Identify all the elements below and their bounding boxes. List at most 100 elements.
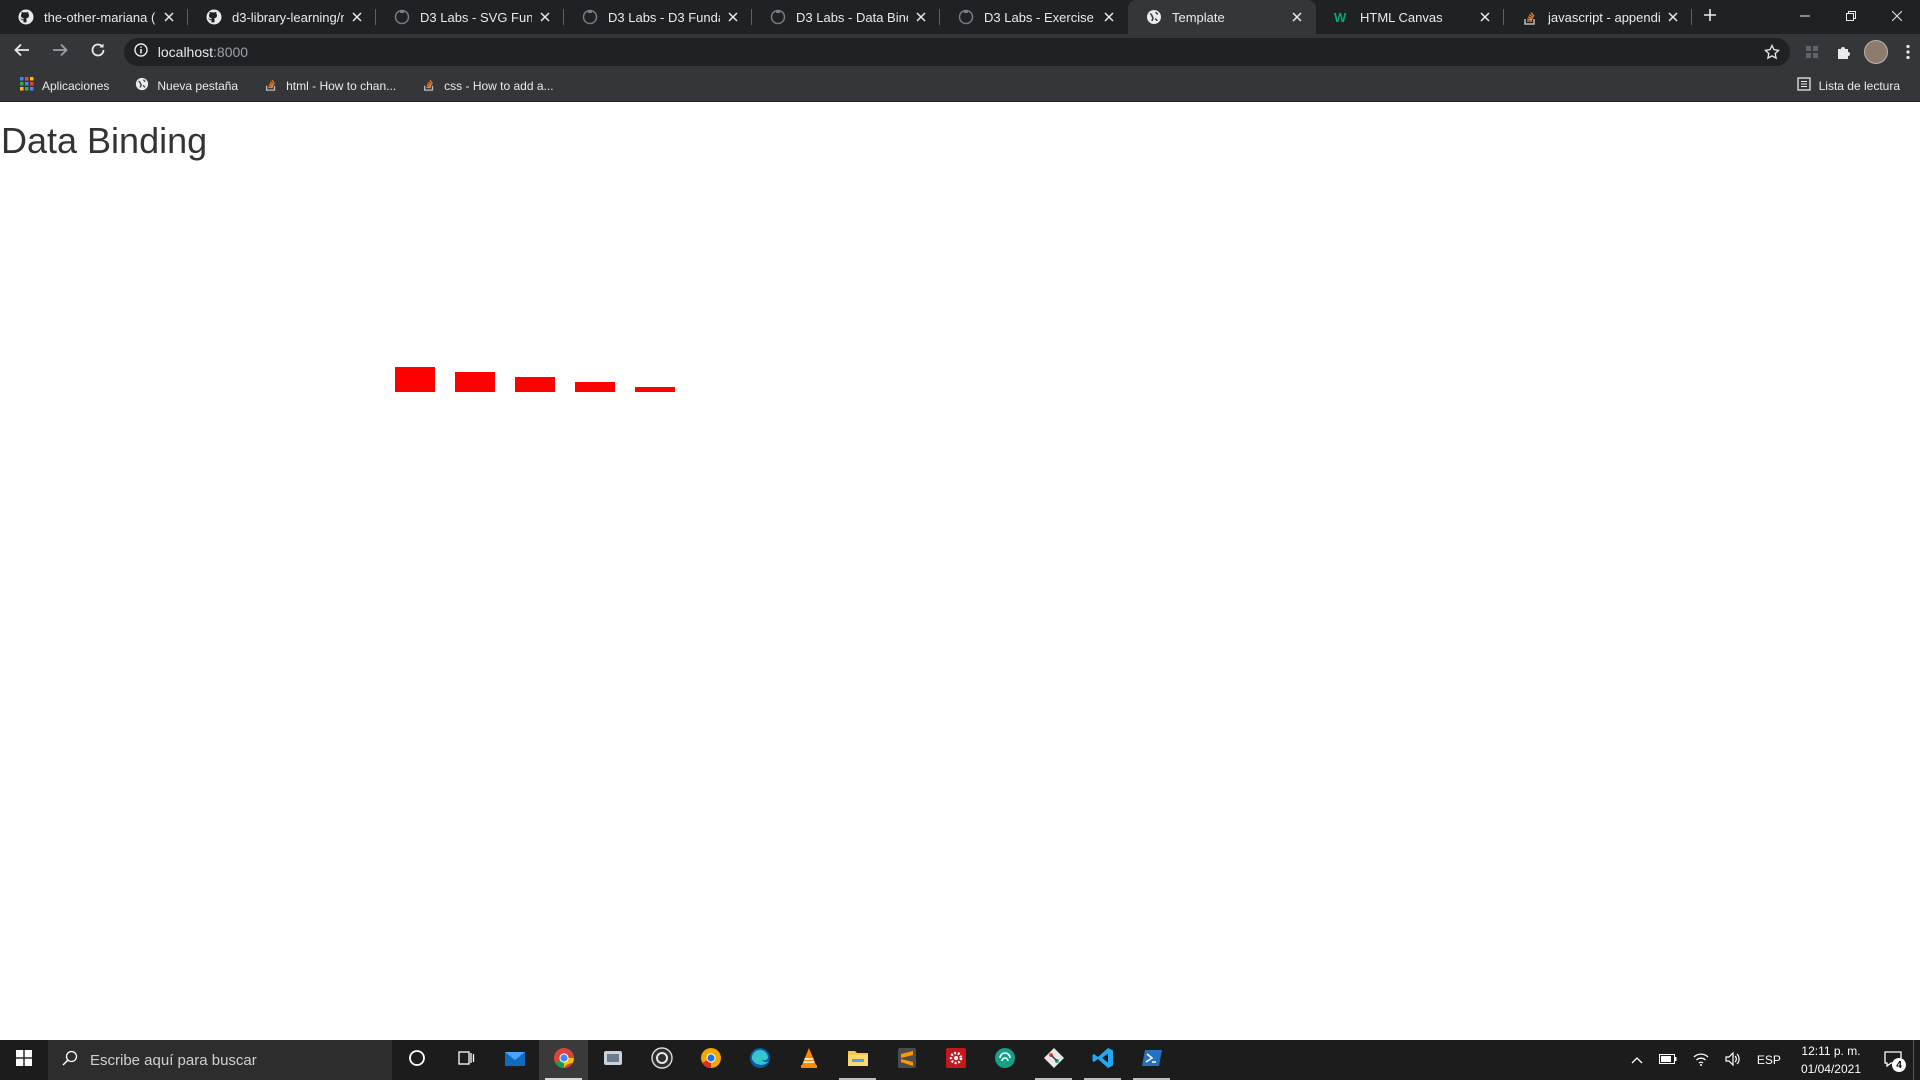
taskbar-app-green[interactable] <box>980 1040 1029 1080</box>
bar-4 <box>635 387 675 392</box>
bookmark-star-icon[interactable] <box>1763 44 1780 60</box>
bookmark-label: Aplicaciones <box>42 78 110 93</box>
tab-title: D3 Labs - Data Binding <box>796 9 908 25</box>
tab-title: HTML Canvas <box>1360 9 1443 25</box>
edge-icon <box>749 1047 771 1074</box>
close-icon[interactable] <box>349 9 365 25</box>
reload-icon <box>90 42 106 63</box>
reading-list-label: Lista de lectura <box>1818 78 1900 93</box>
taskbar-app-obs[interactable] <box>637 1040 686 1080</box>
bookmark-new-tab[interactable]: Nueva pestaña <box>129 77 244 94</box>
url-port: :8000 <box>213 44 249 60</box>
tab-4[interactable]: D3 Labs - Data Binding <box>752 0 940 34</box>
obs-icon <box>650 1046 673 1074</box>
taskbar-app-chrome-alt[interactable] <box>686 1040 735 1080</box>
taskbar-search[interactable]: Escribe aquí para buscar <box>48 1040 392 1080</box>
language-indicator[interactable]: ESP <box>1749 1040 1789 1080</box>
tab-title: d3-library-learning/ma <box>232 9 344 25</box>
task-view-button[interactable] <box>441 1040 490 1080</box>
app-green-icon <box>994 1047 1016 1074</box>
reading-list-button[interactable]: Lista de lectura <box>1791 77 1906 94</box>
globe-icon <box>135 77 149 94</box>
battery-button[interactable] <box>1651 1040 1685 1080</box>
close-icon[interactable] <box>537 9 553 25</box>
tab-1[interactable]: d3-library-learning/ma <box>188 0 376 34</box>
close-icon[interactable] <box>1665 9 1681 25</box>
wifi-icon <box>1693 1052 1709 1069</box>
tab-title: javascript - appending <box>1548 9 1660 25</box>
bookmark-html-question[interactable]: html - How to chan... <box>258 77 402 94</box>
show-desktop-button[interactable] <box>1913 1040 1920 1080</box>
taskbar-app-explorer-alt[interactable] <box>588 1040 637 1080</box>
github-icon <box>18 9 34 25</box>
taskbar-app-settings[interactable] <box>931 1040 980 1080</box>
tab-0[interactable]: the-other-mariana (Ma <box>0 0 188 34</box>
bookmark-apps[interactable]: Aplicaciones <box>14 77 115 94</box>
bookmark-label: html - How to chan... <box>286 78 397 93</box>
close-icon[interactable] <box>1289 9 1305 25</box>
window-controls <box>1782 0 1920 34</box>
avatar[interactable] <box>1863 40 1888 64</box>
close-icon[interactable] <box>161 9 177 25</box>
page-icon <box>394 9 410 25</box>
page-icon <box>770 9 786 25</box>
close-icon[interactable] <box>1101 9 1117 25</box>
clock[interactable]: 12:11 p. m. 01/04/2021 <box>1789 1042 1873 1078</box>
close-icon[interactable] <box>913 9 929 25</box>
chevron-up-icon <box>1631 1053 1643 1067</box>
restore-icon <box>1846 8 1856 26</box>
taskbar-app-vlc[interactable] <box>784 1040 833 1080</box>
new-tab-button[interactable] <box>1692 0 1728 34</box>
tab-3[interactable]: D3 Labs - D3 Fundame <box>564 0 752 34</box>
volume-button[interactable] <box>1717 1040 1749 1080</box>
back-button[interactable] <box>6 36 38 68</box>
menu-dots-icon[interactable] <box>1896 40 1920 64</box>
apps-grid-icon <box>20 77 34 94</box>
search-placeholder: Escribe aquí para buscar <box>90 1051 257 1069</box>
mail-icon <box>504 1048 526 1073</box>
close-window-button[interactable] <box>1874 0 1920 34</box>
taskbar-app-file-explorer[interactable] <box>833 1040 882 1080</box>
restore-button[interactable] <box>1828 0 1874 34</box>
bookmark-css-question[interactable]: css - How to add a... <box>416 77 559 94</box>
github-icon <box>206 9 222 25</box>
globe-icon <box>1146 9 1162 25</box>
taskbar-app-mail[interactable] <box>490 1040 539 1080</box>
tray-expand-button[interactable] <box>1623 1040 1651 1080</box>
extension-grid-icon[interactable] <box>1800 40 1824 64</box>
tab-6[interactable]: Template <box>1128 0 1316 34</box>
address-bar[interactable]: localhost:8000 <box>123 38 1790 66</box>
taskbar-app-git[interactable] <box>1029 1040 1078 1080</box>
forward-button[interactable] <box>44 36 76 68</box>
bookmarks-bar: Aplicaciones Nueva pestaña html - How to… <box>0 70 1920 102</box>
info-icon[interactable] <box>134 42 148 62</box>
taskbar-app-sublime[interactable] <box>882 1040 931 1080</box>
notification-count-badge: 4 <box>1892 1058 1906 1072</box>
bar-3 <box>575 382 615 392</box>
puzzle-icon[interactable] <box>1832 40 1856 64</box>
tab-title: D3 Labs - Exercise 2 <box>984 9 1096 25</box>
stackoverflow-icon <box>422 77 436 94</box>
bookmark-label: css - How to add a... <box>444 78 554 93</box>
start-button[interactable] <box>0 1040 48 1080</box>
url-text[interactable]: localhost:8000 <box>158 44 248 60</box>
tab-5[interactable]: D3 Labs - Exercise 2 <box>940 0 1128 34</box>
close-icon[interactable] <box>725 9 741 25</box>
w3schools-icon: W <box>1334 9 1350 25</box>
tab-8[interactable]: javascript - appending <box>1504 0 1692 34</box>
taskbar-app-edge[interactable] <box>735 1040 784 1080</box>
page-icon <box>958 9 974 25</box>
notification-center-button[interactable]: 4 <box>1873 1040 1913 1080</box>
cortana-button[interactable] <box>392 1040 441 1080</box>
minimize-button[interactable] <box>1782 0 1828 34</box>
close-icon[interactable] <box>1477 9 1493 25</box>
tab-2[interactable]: D3 Labs - SVG Fundam <box>376 0 564 34</box>
reload-button[interactable] <box>82 36 114 68</box>
taskbar-app-chrome[interactable] <box>539 1040 588 1080</box>
taskbar-app-powershell[interactable] <box>1127 1040 1176 1080</box>
wifi-button[interactable] <box>1685 1040 1717 1080</box>
taskbar-app-vscode[interactable] <box>1078 1040 1127 1080</box>
tab-title: the-other-mariana (Ma <box>44 9 156 25</box>
tab-7[interactable]: W HTML Canvas <box>1316 0 1504 34</box>
tab-strip: the-other-mariana (Ma d3-library-learnin… <box>0 0 1920 34</box>
